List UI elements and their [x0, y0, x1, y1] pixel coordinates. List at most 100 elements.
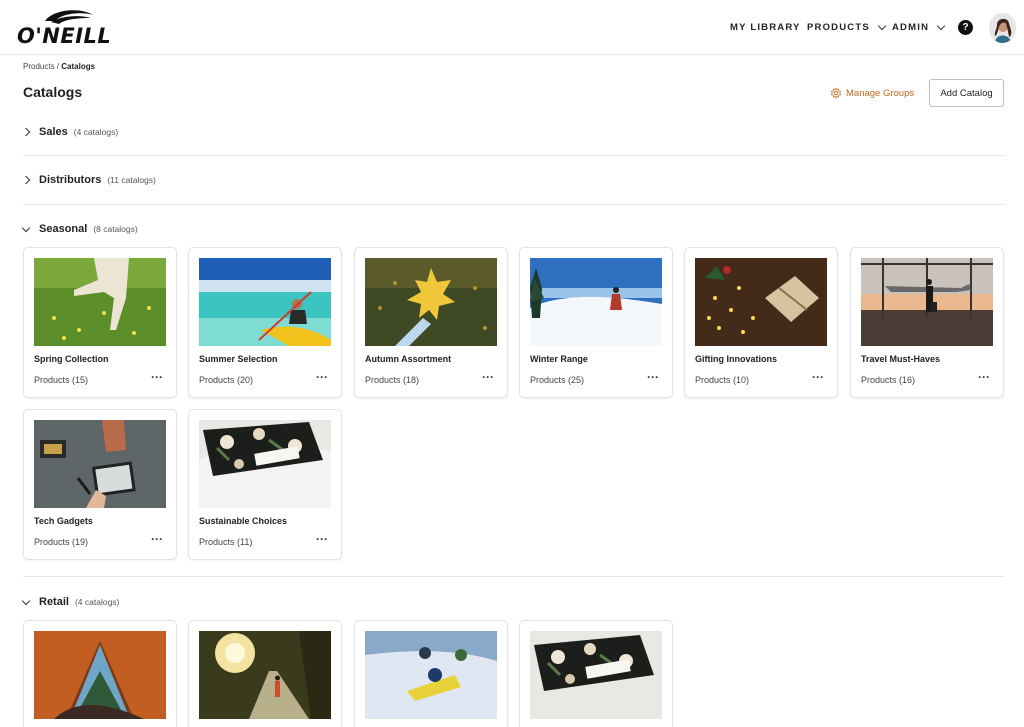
catalog-name: Gifting Innovations [695, 354, 777, 364]
meadow-image-icon [34, 258, 166, 346]
catalog-name: Travel Must-Haves [861, 354, 941, 364]
nav-my-library-label: MY LIBRARY [730, 22, 801, 33]
catalog-name: Winter Range [530, 354, 588, 364]
catalog-name: Tech Gadgets [34, 516, 93, 526]
group-count: (4 catalogs) [73, 127, 119, 137]
catalog-thumbnail [530, 631, 662, 719]
catalog-card-retail-3[interactable] [354, 620, 508, 727]
catalog-product-count: Products (10) [695, 375, 750, 385]
catalog-card-retail-1[interactable] [23, 620, 177, 727]
catalog-thumbnail [861, 258, 993, 346]
manage-groups-button[interactable]: Manage Groups [830, 87, 914, 99]
help-icon[interactable]: ? [958, 20, 973, 35]
gift-image-icon [695, 258, 827, 346]
group-count: (8 catalogs) [93, 224, 138, 234]
catalog-card-sustainable-choices[interactable]: Sustainable Choices Products (11) ··· [188, 409, 342, 560]
catalog-product-count: Products (15) [34, 375, 89, 385]
oneill-logo[interactable]: O'NEILL [17, 9, 121, 48]
user-avatar-icon [989, 13, 1016, 43]
gear-icon [831, 87, 841, 99]
group-distributors[interactable]: Distributors (11 catalogs) [21, 170, 156, 190]
desk-gadgets-image-icon [34, 420, 166, 508]
catalog-thumbnail [199, 258, 331, 346]
nav-my-library[interactable]: MY LIBRARY [730, 0, 801, 55]
catalog-thumbnail [34, 631, 166, 719]
avatar[interactable] [989, 13, 1016, 43]
more-options-icon[interactable]: ··· [812, 370, 824, 384]
kayak-image-icon [199, 258, 331, 346]
forest-path-image-icon [199, 631, 331, 719]
catalog-thumbnail [34, 258, 166, 346]
breadcrumb-products[interactable]: Products [23, 62, 55, 71]
catalog-card-autumn-assortment[interactable]: Autumn Assortment Products (18) ··· [354, 247, 508, 398]
catalog-name: Summer Selection [199, 354, 278, 364]
logo-wordmark: O'NEILL [17, 24, 112, 48]
floral-packaging-image-icon [530, 631, 662, 719]
chevron-down-icon [936, 21, 946, 30]
catalog-thumbnail [365, 631, 497, 719]
breadcrumb: Products / Catalogs [23, 62, 95, 71]
catalog-thumbnail [199, 420, 331, 508]
group-name: Distributors [39, 174, 102, 186]
group-retail[interactable]: Retail (4 catalogs) [21, 592, 120, 612]
chevron-down-icon [21, 596, 31, 605]
more-options-icon[interactable]: ··· [316, 532, 328, 546]
catalog-thumbnail [530, 258, 662, 346]
catalog-card-tech-gadgets[interactable]: Tech Gadgets Products (19) ··· [23, 409, 177, 560]
nav-admin[interactable]: ADMIN [892, 0, 946, 55]
sledding-image-icon [365, 631, 497, 719]
catalog-product-count: Products (16) [861, 375, 916, 385]
catalog-name: Autumn Assortment [365, 354, 452, 364]
catalog-name: Sustainable Choices [199, 516, 288, 526]
catalog-card-summer-selection[interactable]: Summer Selection Products (20) ··· [188, 247, 342, 398]
tent-image-icon [34, 631, 166, 719]
group-sales[interactable]: Sales (4 catalogs) [21, 122, 119, 142]
catalog-card-gifting-innovations[interactable]: Gifting Innovations Products (10) ··· [684, 247, 838, 398]
airport-image-icon [861, 258, 993, 346]
catalog-card-retail-2[interactable] [188, 620, 342, 727]
catalog-thumbnail [695, 258, 827, 346]
divider [23, 155, 1004, 156]
breadcrumb-catalogs: Catalogs [61, 62, 96, 71]
catalog-card-travel-must-haves[interactable]: Travel Must-Haves Products (16) ··· [850, 247, 1004, 398]
chevron-down-icon [21, 223, 31, 232]
wave-logo-icon [45, 10, 93, 24]
more-options-icon[interactable]: ··· [978, 370, 990, 384]
chevron-down-icon [877, 21, 887, 30]
group-name: Sales [39, 126, 68, 138]
catalog-name: Spring Collection [34, 354, 109, 364]
group-seasonal[interactable]: Seasonal (8 catalogs) [21, 219, 138, 239]
group-count: (4 catalogs) [74, 597, 120, 607]
catalog-product-count: Products (19) [34, 537, 89, 547]
more-options-icon[interactable]: ··· [482, 370, 494, 384]
divider [23, 576, 1004, 577]
more-options-icon[interactable]: ··· [151, 370, 163, 384]
catalog-card-spring-collection[interactable]: Spring Collection Products (15) ··· [23, 247, 177, 398]
nav-admin-label: ADMIN [892, 22, 930, 33]
divider [23, 204, 1004, 205]
catalog-card-retail-4[interactable] [519, 620, 673, 727]
leaf-image-icon [365, 258, 497, 346]
page-title: Catalogs [23, 84, 83, 100]
catalog-product-count: Products (25) [530, 375, 585, 385]
manage-groups-label: Manage Groups [846, 87, 915, 99]
chevron-right-icon [21, 127, 31, 137]
floral-packaging-image-icon [199, 420, 331, 508]
snow-image-icon [530, 258, 662, 346]
catalog-thumbnail [34, 420, 166, 508]
nav-products-label: PRODUCTS [807, 22, 870, 33]
nav-products[interactable]: PRODUCTS [807, 0, 887, 55]
catalog-thumbnail [199, 631, 331, 719]
catalog-thumbnail [365, 258, 497, 346]
add-catalog-button[interactable]: Add Catalog [929, 79, 1004, 107]
more-options-icon[interactable]: ··· [316, 370, 328, 384]
catalog-card-winter-range[interactable]: Winter Range Products (25) ··· [519, 247, 673, 398]
group-name: Retail [39, 596, 69, 608]
more-options-icon[interactable]: ··· [647, 370, 659, 384]
chevron-right-icon [21, 175, 31, 185]
catalog-product-count: Products (11) [199, 537, 253, 547]
top-bar: O'NEILL MY LIBRARY PRODUCTS ADMIN ? [0, 0, 1024, 55]
catalog-product-count: Products (20) [199, 375, 254, 385]
more-options-icon[interactable]: ··· [151, 532, 163, 546]
group-name: Seasonal [39, 223, 88, 235]
